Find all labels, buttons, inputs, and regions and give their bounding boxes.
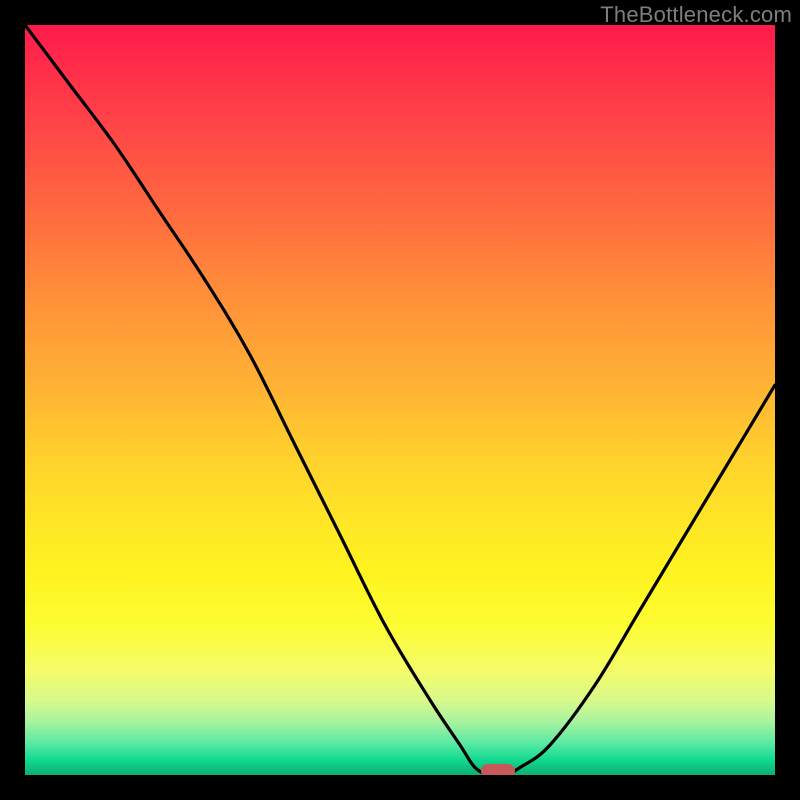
optimal-marker (481, 764, 515, 775)
bottleneck-curve (25, 25, 775, 775)
chart-frame: TheBottleneck.com (0, 0, 800, 800)
watermark-label: TheBottleneck.com (600, 2, 792, 28)
plot-area (25, 25, 775, 775)
